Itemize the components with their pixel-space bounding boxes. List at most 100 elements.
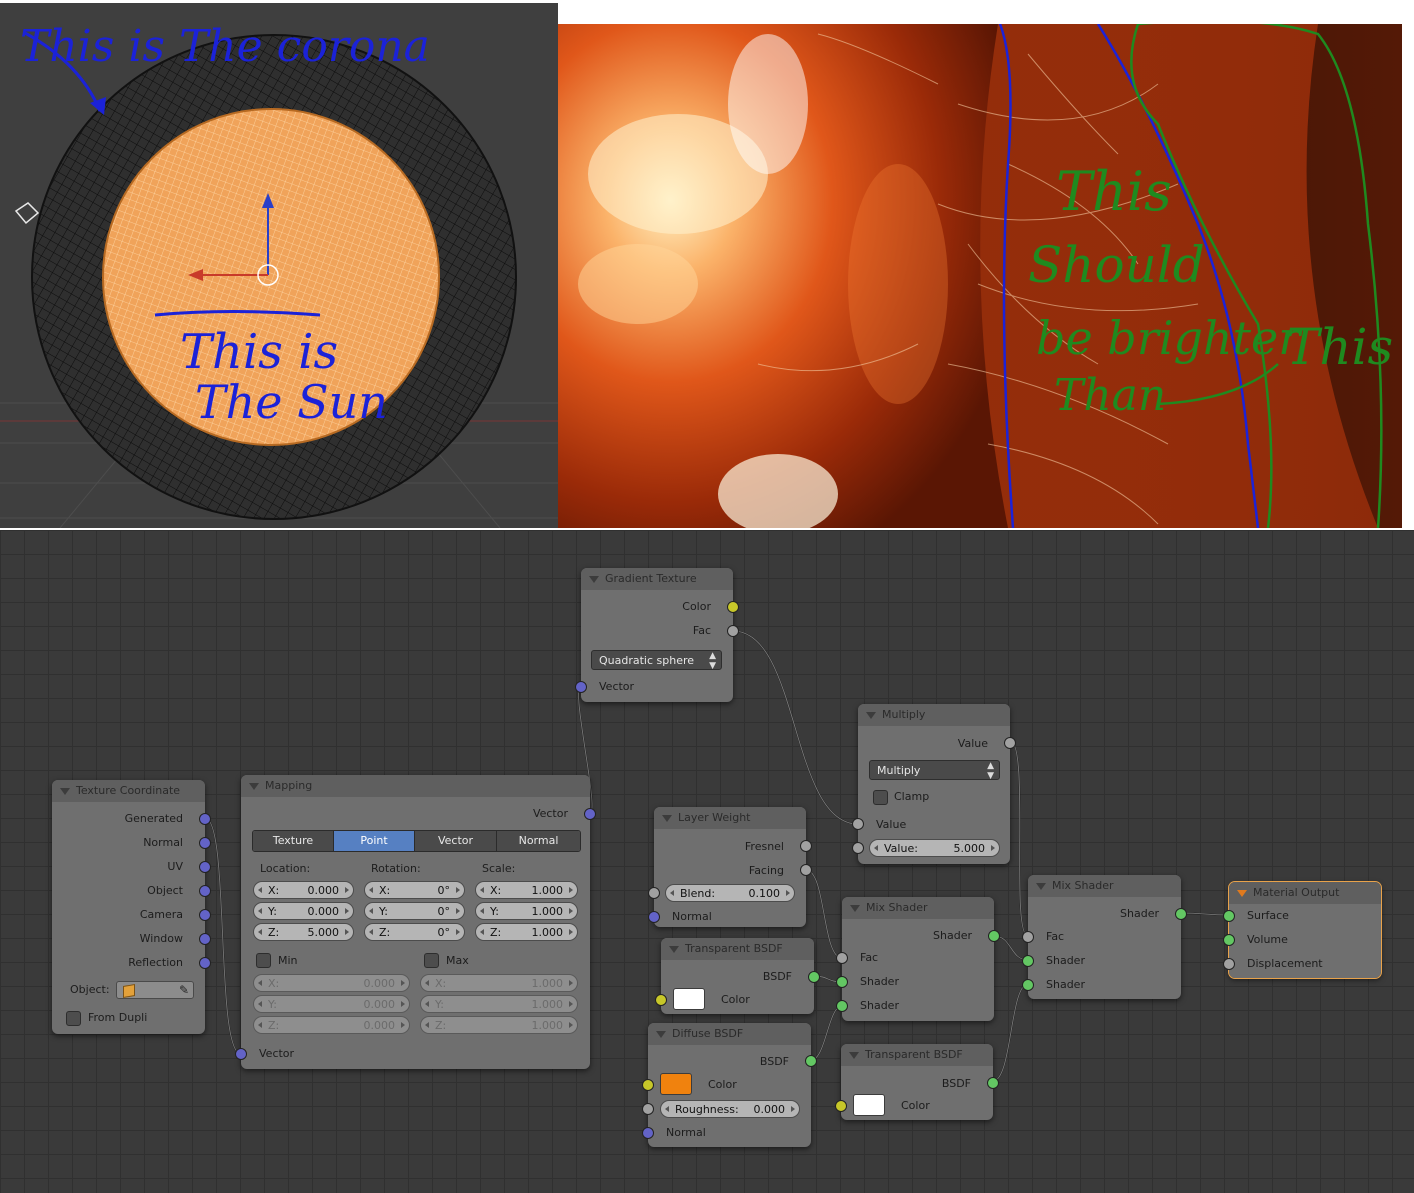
socket-bsdf-out[interactable] [808,971,820,983]
node-material-output[interactable]: Material Output Surface Volume Displacem… [1223,881,1382,979]
max-z-field[interactable]: Z: 1.000 [420,1016,578,1034]
socket-color-in[interactable] [642,1079,654,1091]
socket-bsdf-out[interactable] [805,1055,817,1067]
node-header[interactable]: Gradient Texture [581,568,733,590]
min-z-field[interactable]: Z: 0.000 [253,1016,410,1034]
socket-vector-in[interactable] [575,681,587,693]
collapse-triangle-icon[interactable] [589,576,599,583]
color-swatch[interactable] [660,1073,692,1095]
socket-shader-in-2[interactable] [836,1000,848,1012]
node-header[interactable]: Mapping [241,775,590,797]
node-transparent-bsdf-2[interactable]: Transparent BSDF BSDF Color [835,1044,999,1120]
min-checkbox[interactable] [256,953,271,968]
node-header[interactable]: Layer Weight [654,807,806,829]
rotation-x-field[interactable]: X: 0° [364,881,465,899]
socket-vector-in[interactable] [235,1048,247,1060]
socket-bsdf-out[interactable] [987,1077,999,1089]
socket-value-out[interactable] [1004,737,1016,749]
node-mix-shader-2[interactable]: Mix Shader Shader Fac Shader Shader [1022,875,1187,999]
min-y-field[interactable]: Y: 0.000 [253,995,410,1013]
collapse-triangle-icon[interactable] [249,783,259,790]
socket-shader-in-2[interactable] [1022,979,1034,991]
scale-z-field[interactable]: Z: 1.000 [475,923,578,941]
socket-shader-in-1[interactable] [836,976,848,988]
socket-fresnel-out[interactable] [800,840,812,852]
tab-normal[interactable]: Normal [497,831,580,851]
socket-vector-out[interactable] [584,808,596,820]
node-header[interactable]: Mix Shader [1028,875,1181,897]
rotation-y-field[interactable]: Y: 0° [364,902,465,920]
blend-field[interactable]: Blend: 0.100 [665,884,795,902]
collapse-triangle-icon[interactable] [662,815,672,822]
node-multiply[interactable]: Multiply Value Multiply ▲ ▼ Clamp Value V… [852,704,1016,864]
socket-facing-out[interactable] [800,864,812,876]
node-editor[interactable]: Texture Coordinate Generated Normal UV O… [0,530,1414,1193]
viewport-3d[interactable]: This is The corona This is The Sun [0,3,558,528]
collapse-triangle-icon[interactable] [60,788,70,795]
collapse-triangle-icon[interactable] [1237,890,1247,897]
value-field[interactable]: Value: 5.000 [869,839,1000,857]
node-header[interactable]: Diffuse BSDF [648,1023,811,1045]
clamp-checkbox[interactable] [873,790,888,805]
socket-displacement-in[interactable] [1223,958,1235,970]
socket-fac-in[interactable] [836,952,848,964]
socket-color-out[interactable] [727,601,739,613]
socket-shader-out[interactable] [988,930,1000,942]
collapse-triangle-icon[interactable] [849,1052,859,1059]
mapping-type-tabs[interactable]: Texture Point Vector Normal [252,830,581,852]
object-field[interactable]: ✎ [116,981,194,999]
socket-fac-out[interactable] [727,625,739,637]
socket-window[interactable] [199,933,211,945]
roughness-field[interactable]: Roughness: 0.000 [660,1100,800,1118]
node-header[interactable]: Texture Coordinate [52,780,205,802]
socket-uv[interactable] [199,861,211,873]
node-mapping[interactable]: Mapping Vector Texture Point Vector Norm… [235,775,596,1069]
rotation-z-field[interactable]: Z: 0° [364,923,465,941]
node-layer-weight[interactable]: Layer Weight Fresnel Facing Blend: 0.100 … [648,807,812,927]
socket-shader-in-1[interactable] [1022,955,1034,967]
socket-normal-in[interactable] [648,911,660,923]
gradient-type-dropdown[interactable]: Quadratic sphere ▲ ▼ [591,650,722,671]
node-header[interactable]: Mix Shader [842,897,994,919]
socket-value-in-1[interactable] [852,818,864,830]
node-transparent-bsdf[interactable]: Transparent BSDF BSDF Color [655,938,820,1014]
collapse-triangle-icon[interactable] [866,712,876,719]
collapse-triangle-icon[interactable] [850,905,860,912]
tab-vector[interactable]: Vector [415,831,497,851]
socket-object[interactable] [199,885,211,897]
tab-point[interactable]: Point [334,831,415,851]
scale-x-field[interactable]: X: 1.000 [475,881,578,899]
node-diffuse-bsdf[interactable]: Diffuse BSDF BSDF Color Roughness: 0.000 … [642,1023,817,1147]
socket-generated[interactable] [199,813,211,825]
from-dupli-checkbox[interactable] [66,1011,81,1026]
collapse-triangle-icon[interactable] [1036,883,1046,890]
max-y-field[interactable]: Y: 1.000 [420,995,578,1013]
max-checkbox[interactable] [424,953,439,968]
socket-normal[interactable] [199,837,211,849]
location-z-field[interactable]: Z: 5.000 [253,923,354,941]
max-x-field[interactable]: X: 1.000 [420,974,578,992]
color-swatch[interactable] [673,988,705,1010]
collapse-triangle-icon[interactable] [669,946,679,953]
socket-camera[interactable] [199,909,211,921]
math-operation-dropdown[interactable]: Multiply ▲ ▼ [869,760,1000,781]
tab-texture[interactable]: Texture [253,831,334,851]
socket-blend-in[interactable] [648,887,660,899]
node-header[interactable]: Transparent BSDF [661,938,814,960]
socket-value-in-2[interactable] [852,842,864,854]
location-y-field[interactable]: Y: 0.000 [253,902,354,920]
location-x-field[interactable]: X: 0.000 [253,881,354,899]
socket-fac-in[interactable] [1022,931,1034,943]
socket-color-in[interactable] [655,994,667,1006]
color-swatch[interactable] [853,1094,885,1116]
node-header[interactable]: Multiply [858,704,1010,726]
node-gradient-texture[interactable]: Gradient Texture Color Fac Quadratic sph… [575,568,739,702]
socket-normal-in[interactable] [642,1127,654,1139]
socket-surface-in[interactable] [1223,910,1235,922]
socket-roughness-in[interactable] [642,1103,654,1115]
socket-volume-in[interactable] [1223,934,1235,946]
collapse-triangle-icon[interactable] [656,1031,666,1038]
node-texture-coordinate[interactable]: Texture Coordinate Generated Normal UV O… [52,780,211,1034]
min-x-field[interactable]: X: 0.000 [253,974,410,992]
socket-color-in[interactable] [835,1100,847,1112]
